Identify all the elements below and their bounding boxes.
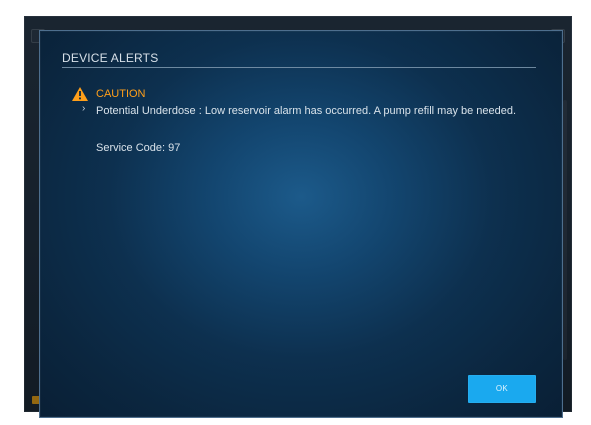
- alert-entry: CAUTION › Potential Underdose : Low rese…: [72, 85, 542, 165]
- warning-triangle-icon: [72, 87, 88, 101]
- device-alerts-dialog: DEVICE ALERTS CAUTION › Potential Underd…: [39, 30, 563, 418]
- dialog-title: DEVICE ALERTS: [62, 51, 159, 65]
- alert-level: CAUTION: [96, 88, 146, 100]
- background-right-scroll-track: [563, 100, 567, 360]
- chevron-right-icon: ›: [82, 103, 86, 114]
- ok-button[interactable]: OK: [468, 375, 536, 403]
- alert-message: Potential Underdose : Low reservoir alar…: [96, 105, 517, 117]
- service-code: Service Code: 97: [96, 142, 181, 154]
- title-divider: [62, 67, 536, 68]
